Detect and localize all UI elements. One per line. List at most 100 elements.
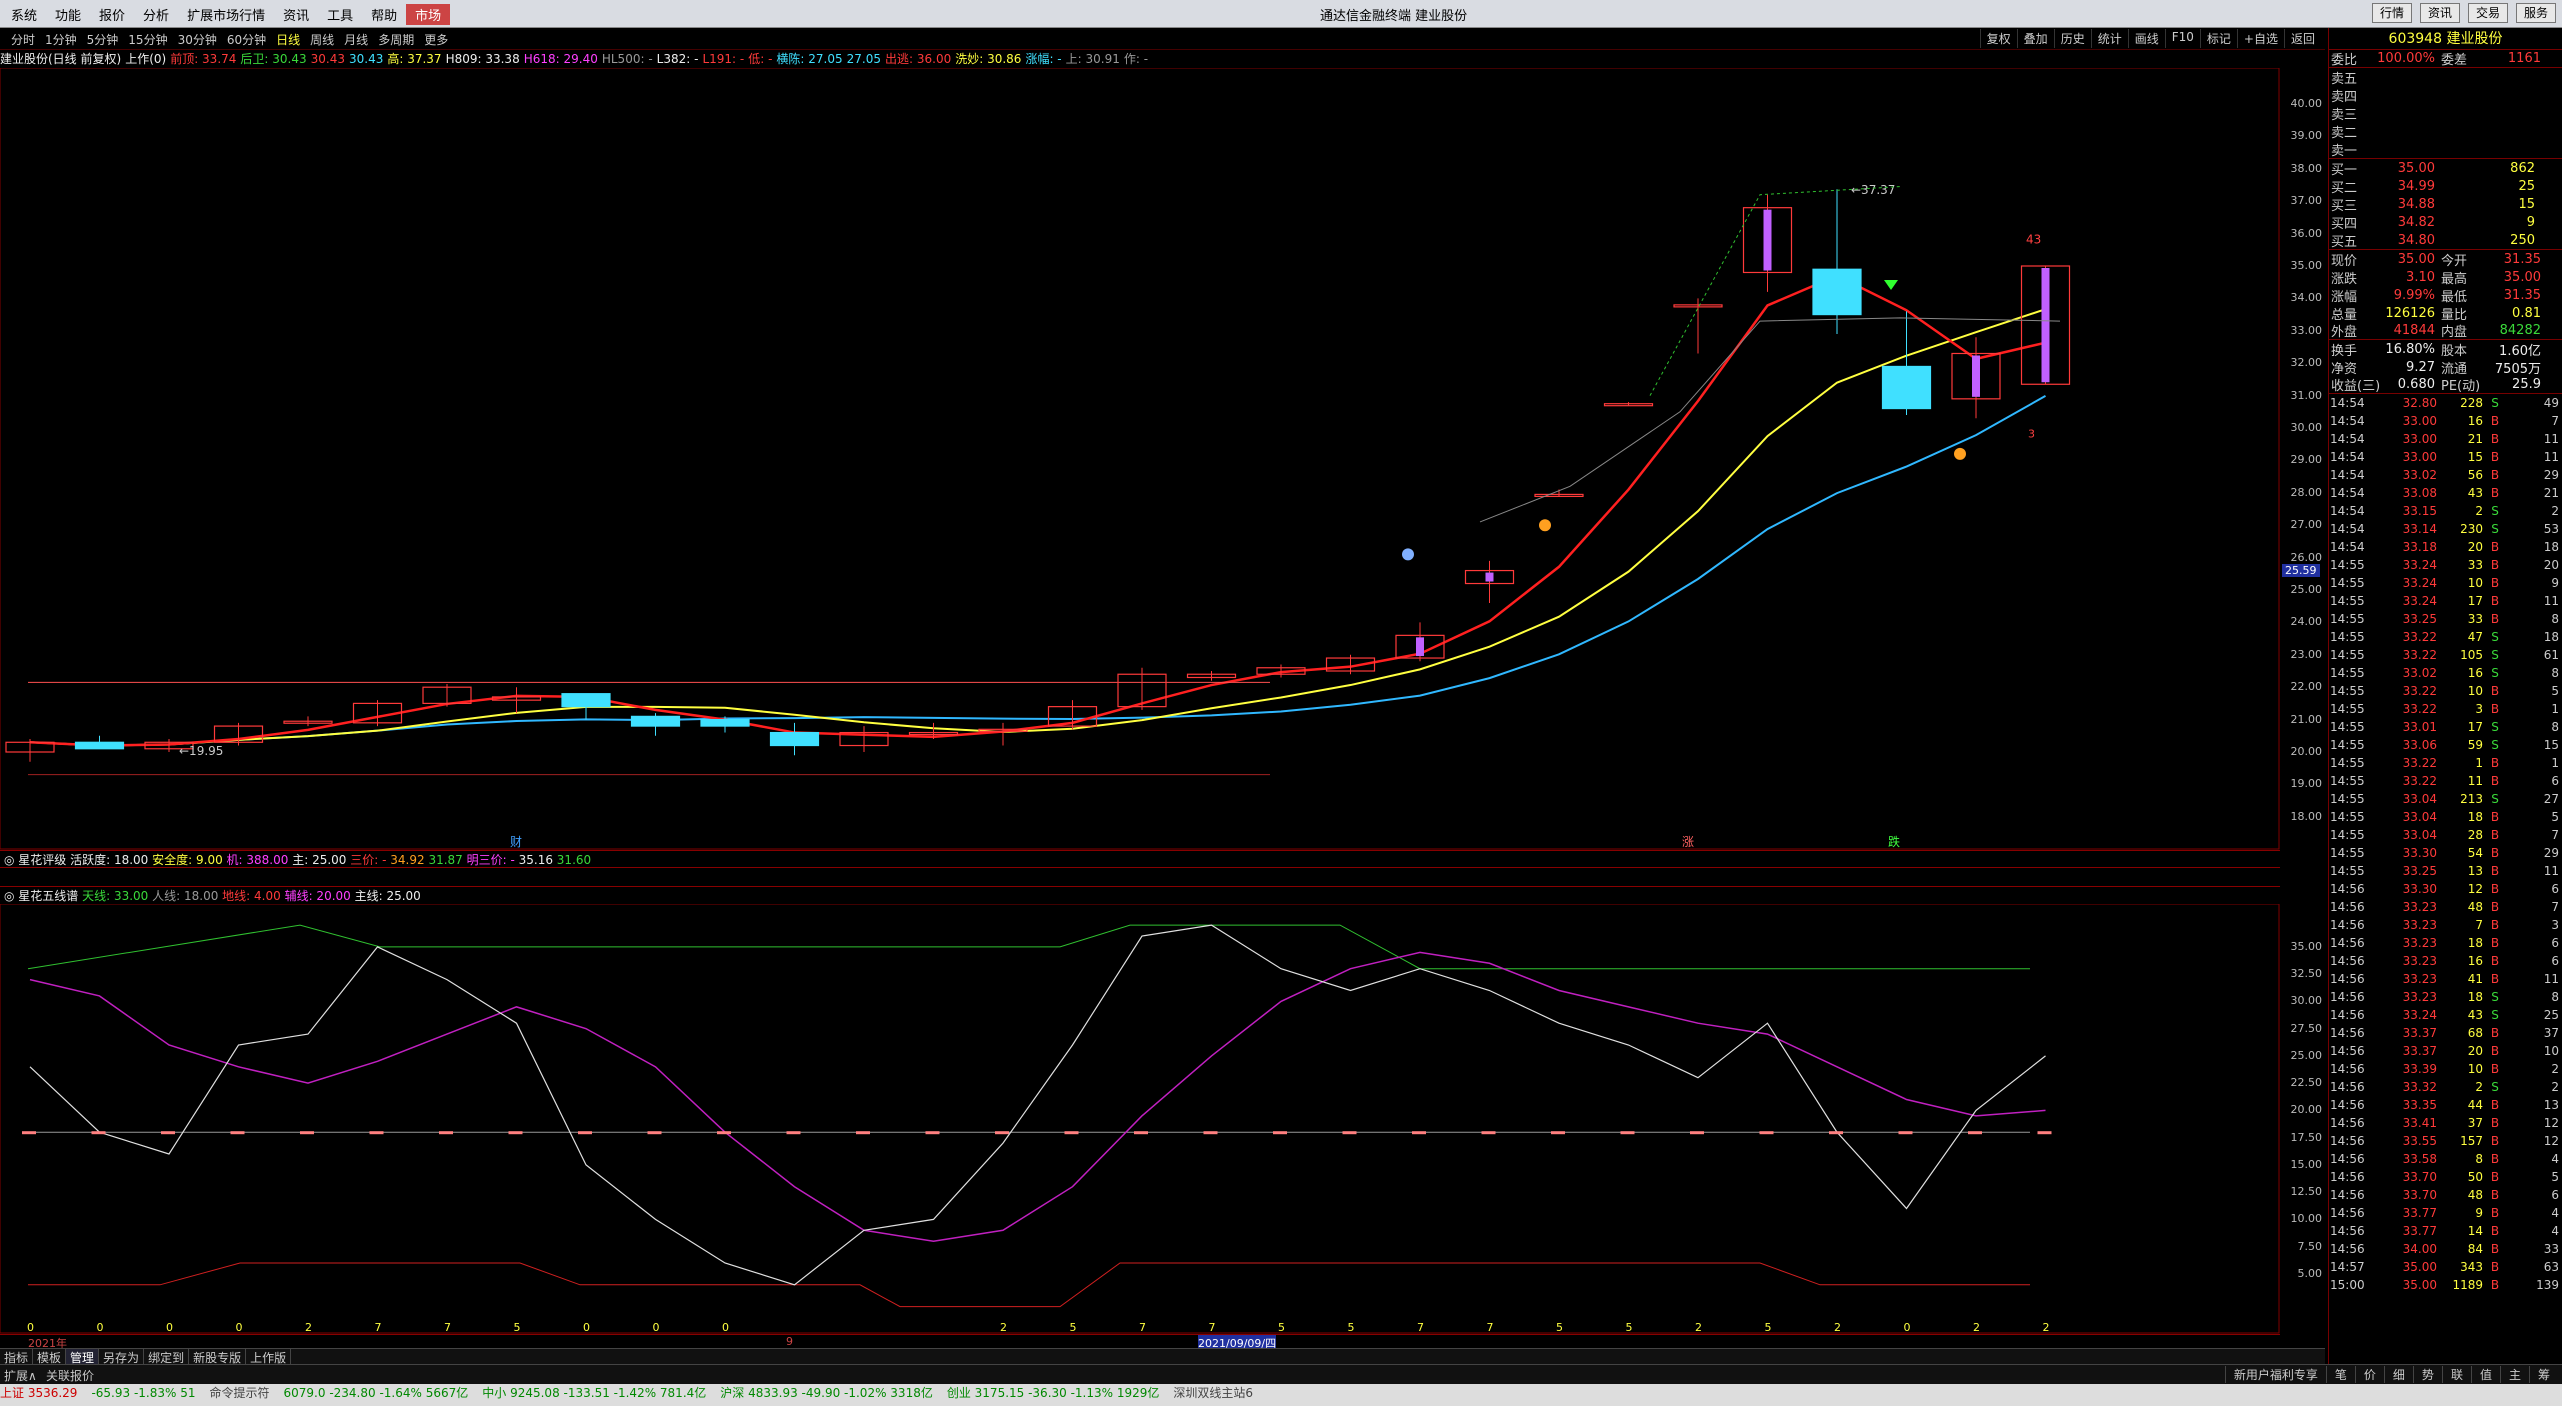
menu-7[interactable]: 帮助 <box>362 4 406 25</box>
period-tab-10[interactable]: 更多 <box>419 30 453 49</box>
bottom-tab-4[interactable]: 绑定到 <box>144 1349 190 1365</box>
candle[interactable] <box>1117 667 1167 710</box>
tool-button-4[interactable]: 画线 <box>2127 29 2165 48</box>
buy-row-2[interactable]: 买三 34.88 15 <box>2329 195 2562 214</box>
bottom-tab-6[interactable]: 上作版 <box>246 1349 292 1365</box>
tool-button-8[interactable]: 返回 <box>2283 29 2321 48</box>
tick-time: 14:55 <box>2330 738 2365 752</box>
candle[interactable] <box>74 735 125 750</box>
period-tab-1[interactable]: 1分钟 <box>40 30 82 49</box>
menu-5[interactable]: 资讯 <box>274 4 318 25</box>
status-item-0[interactable]: 上证 3536.29 <box>0 1386 77 1400</box>
candle[interactable] <box>1603 402 1654 407</box>
bottom-tab-1[interactable]: 模板 <box>33 1349 67 1365</box>
tool-button-2[interactable]: 历史 <box>2053 29 2091 48</box>
bottom-right-item-0[interactable]: 新用户福利专享 <box>2224 1366 2326 1383</box>
tick-row: 14:56 33.23 18 S 8 <box>2329 988 2562 1006</box>
buy-row-1[interactable]: 买二 34.99 25 <box>2329 177 2562 196</box>
menu-3[interactable]: 分析 <box>134 4 178 25</box>
candle[interactable] <box>1395 622 1445 662</box>
candle[interactable] <box>1812 189 1862 335</box>
bottom-tab-0[interactable]: 指标 <box>0 1349 34 1365</box>
tool-button-7[interactable]: +自选 <box>2236 29 2284 48</box>
tool-button-0[interactable]: 复权 <box>1979 29 2017 48</box>
indicator-chart[interactable] <box>0 904 2280 1334</box>
candle[interactable] <box>978 722 1028 746</box>
status-item-3[interactable]: 6079.0 -234.80 -1.64% 5667亿 <box>284 1386 469 1400</box>
bottom-tab-2[interactable]: 管理 <box>66 1349 100 1365</box>
period-tab-9[interactable]: 多周期 <box>373 30 419 49</box>
period-tab-2[interactable]: 5分钟 <box>82 30 124 49</box>
tool-button-5[interactable]: F10 <box>2164 29 2200 48</box>
candle[interactable] <box>491 687 542 714</box>
tick-row: 14:56 33.23 18 B 6 <box>2329 934 2562 952</box>
status-item-7[interactable]: 深圳双线主站6 <box>1173 1386 1253 1400</box>
weicha-label: 委差 <box>2441 53 2468 68</box>
bottom-right-item-7[interactable]: 主 <box>2499 1366 2529 1383</box>
candle[interactable] <box>1186 671 1237 681</box>
top-right-button-0[interactable]: 行情 <box>2372 3 2412 23</box>
period-tab-3[interactable]: 15分钟 <box>123 30 172 49</box>
bottom-right-item-4[interactable]: 势 <box>2412 1366 2442 1383</box>
related-quote[interactable]: 关联报价 <box>46 1367 94 1384</box>
status-item-6[interactable]: 创业 3175.15 -36.30 -1.13% 1929亿 <box>947 1386 1160 1400</box>
tick-list[interactable]: 14:54 32.80 228 S 49 14:54 33.00 16 B 7 14:54 33.00… <box>2329 394 2562 1294</box>
tool-button-1[interactable]: 叠加 <box>2016 29 2054 48</box>
candle[interactable] <box>1742 194 1793 292</box>
sell-row-2[interactable]: 卖三 <box>2329 104 2562 123</box>
tool-button-3[interactable]: 统计 <box>2090 29 2128 48</box>
menu-8[interactable]: 市场 <box>406 4 451 25</box>
top-right-button-1[interactable]: 资讯 <box>2420 3 2460 23</box>
sell-row-0[interactable]: 卖五 <box>2329 68 2562 87</box>
sell-row-3[interactable]: 卖二 <box>2329 122 2562 141</box>
buy-row-4[interactable]: 买五 34.80 250 <box>2329 231 2562 250</box>
bottom-right-item-1[interactable]: 笔 <box>2325 1366 2355 1383</box>
candle[interactable] <box>839 726 889 752</box>
sell-row-1[interactable]: 卖四 <box>2329 86 2562 105</box>
kline-chart[interactable]: ←37.37 ←19.95 43 3 财 涨 跌 <box>0 68 2280 850</box>
buy-row-0[interactable]: 买一 35.00 862 <box>2329 159 2562 178</box>
top-right-button-2[interactable]: 交易 <box>2468 3 2508 23</box>
bottom-right-item-8[interactable]: 筹 <box>2528 1366 2558 1383</box>
menu-2[interactable]: 报价 <box>90 4 134 25</box>
period-tab-4[interactable]: 30分钟 <box>173 30 222 49</box>
sell-row-4[interactable]: 卖一 <box>2329 140 2562 159</box>
level-mark <box>1342 1131 1357 1135</box>
bottom-tab-3[interactable]: 另存为 <box>99 1349 145 1365</box>
bottom-right-item-6[interactable]: 值 <box>2470 1366 2500 1383</box>
bottom-right-item-3[interactable]: 细 <box>2383 1366 2413 1383</box>
tool-button-6[interactable]: 标记 <box>2199 29 2237 48</box>
expand-button[interactable]: 扩展∧ <box>4 1367 37 1384</box>
status-item-2[interactable]: 命令提示符 <box>210 1386 270 1400</box>
candle[interactable] <box>2020 265 2071 385</box>
candle[interactable] <box>561 693 611 720</box>
candle[interactable] <box>1464 560 1515 603</box>
bottom-right-item-5[interactable]: 联 <box>2441 1366 2471 1383</box>
period-tab-0[interactable]: 分时 <box>6 30 40 49</box>
candle[interactable] <box>283 716 333 727</box>
menu-1[interactable]: 功能 <box>46 4 90 25</box>
candle[interactable] <box>422 683 472 707</box>
indicator1-name[interactable]: ◎ 星花评级 <box>4 853 70 867</box>
candle[interactable] <box>1673 298 1723 354</box>
candle[interactable] <box>1951 337 2001 419</box>
status-item-1[interactable]: -65.93 -1.83% 51 <box>91 1386 195 1400</box>
candle[interactable] <box>5 739 55 762</box>
buy-row-3[interactable]: 买四 34.82 9 <box>2329 213 2562 232</box>
top-right-button-3[interactable]: 服务 <box>2516 3 2556 23</box>
bottom-right-item-2[interactable]: 价 <box>2354 1366 2384 1383</box>
menu-0[interactable]: 系统 <box>2 4 46 25</box>
candle[interactable] <box>213 722 264 746</box>
indicator2-name[interactable]: ◎ 星花五线谱 <box>4 889 82 903</box>
period-tab-7[interactable]: 周线 <box>305 30 339 49</box>
period-tab-6[interactable]: 日线 <box>271 30 305 49</box>
period-tab-8[interactable]: 月线 <box>339 30 373 49</box>
bottom-tab-5[interactable]: 新股专版 <box>189 1349 247 1365</box>
candle[interactable] <box>630 713 681 736</box>
menu-6[interactable]: 工具 <box>318 4 362 25</box>
status-item-4[interactable]: 中小 9245.08 -133.51 -1.42% 781.4亿 <box>482 1386 706 1400</box>
status-item-5[interactable]: 沪深 4833.93 -49.90 -1.02% 3318亿 <box>720 1386 933 1400</box>
candle[interactable] <box>769 722 820 756</box>
period-tab-5[interactable]: 60分钟 <box>222 30 271 49</box>
menu-4[interactable]: 扩展市场行情 <box>178 4 274 25</box>
